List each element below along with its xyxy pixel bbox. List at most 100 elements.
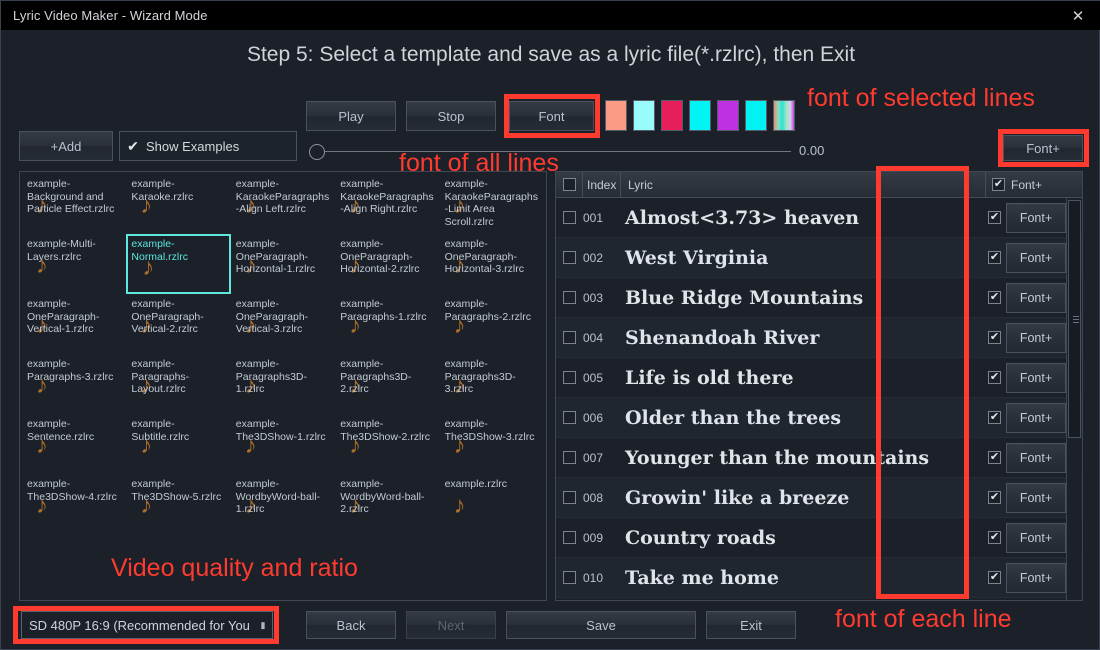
table-row[interactable]: 004Shenandoah RiverFont+ (556, 318, 1082, 358)
row-font-checkbox-icon[interactable] (988, 251, 1001, 264)
template-file-item[interactable]: ♪ example-Paragraphs3D-1.rzlrc (231, 354, 335, 414)
checkbox-icon[interactable] (562, 178, 576, 191)
table-row[interactable]: 001Almost<3.73> heavenFont+ (556, 198, 1082, 238)
row-select-checkbox[interactable] (556, 411, 583, 424)
row-font-plus-button[interactable]: Font+ (1006, 322, 1066, 353)
back-button[interactable]: Back (306, 611, 396, 639)
template-file-item[interactable]: ♪ example-Normal.rzlrc (126, 234, 231, 294)
header-font-checkbox-icon[interactable] (992, 178, 1005, 191)
template-file-item[interactable]: ♪ example-OneParagraph-Vertical-1.rzlrc (22, 294, 126, 354)
checkbox-icon[interactable] (563, 251, 576, 264)
color-swatch-6[interactable] (745, 100, 767, 131)
row-font-checkbox-icon[interactable] (988, 531, 1001, 544)
next-button[interactable]: Next (406, 611, 496, 639)
table-row[interactable]: 010Take me homeFont+ (556, 558, 1082, 598)
row-select-checkbox[interactable] (556, 251, 583, 264)
template-file-item[interactable]: ♪ example-WordbyWord-ball-1.rzlrc (231, 474, 335, 534)
template-file-item[interactable]: ♪ example-Multi-Layers.rzlrc (22, 234, 126, 294)
row-select-checkbox[interactable] (556, 291, 583, 304)
row-select-checkbox[interactable] (556, 371, 583, 384)
color-swatch-3[interactable] (661, 100, 683, 131)
checkbox-icon[interactable] (563, 531, 576, 544)
template-file-item[interactable]: ♪ example-The3DShow-5.rzlrc (126, 474, 230, 534)
template-file-item[interactable]: ♪ example-Paragraphs-3.rzlrc (22, 354, 126, 414)
checkbox-icon[interactable] (563, 451, 576, 464)
row-font-plus-button[interactable]: Font+ (1006, 442, 1066, 473)
template-file-item[interactable]: ♪ example-Background and Particle Effect.… (22, 174, 126, 234)
row-font-checkbox-icon[interactable] (988, 491, 1001, 504)
template-file-item[interactable]: ♪ example-KaraokeParagraphs-Align Right.r… (335, 174, 439, 234)
template-file-item[interactable]: ♪ example.rzlrc (440, 474, 544, 534)
checkbox-icon[interactable] (563, 411, 576, 424)
close-icon[interactable]: ✕ (1055, 1, 1100, 30)
template-file-item[interactable]: ♪ example-Paragraphs-2.rzlrc (440, 294, 544, 354)
template-file-item[interactable]: ♪ example-Sentence.rzlrc (22, 414, 126, 474)
template-file-item[interactable]: ♪ example-KaraokeParagraphs-Align Left.rz… (231, 174, 335, 234)
template-file-item[interactable]: ♪ example-Paragraphs3D-3.rzlrc (440, 354, 544, 414)
row-font-plus-button[interactable]: Font+ (1006, 362, 1066, 393)
row-font-checkbox-icon[interactable] (988, 211, 1001, 224)
row-font-checkbox-icon[interactable] (988, 451, 1001, 464)
row-select-checkbox[interactable] (556, 211, 583, 224)
template-file-item[interactable]: ♪ example-The3DShow-3.rzlrc (440, 414, 544, 474)
template-file-item[interactable]: ♪ example-OneParagraph-Horizontal-2.rzlrc (335, 234, 439, 294)
template-file-item[interactable]: ♪ example-The3DShow-1.rzlrc (231, 414, 335, 474)
row-font-plus-button[interactable]: Font+ (1006, 282, 1066, 313)
row-font-plus-button[interactable]: Font+ (1006, 482, 1066, 513)
template-file-panel[interactable]: ♪ example-Background and Particle Effect.… (19, 171, 547, 601)
row-select-checkbox[interactable] (556, 331, 583, 344)
checkbox-icon[interactable] (563, 371, 576, 384)
template-file-item[interactable]: ♪ example-Paragraphs-1.rzlrc (335, 294, 439, 354)
slider-handle[interactable] (309, 144, 325, 160)
row-font-checkbox-icon[interactable] (988, 371, 1001, 384)
checkbox-icon[interactable] (563, 211, 576, 224)
template-file-item[interactable]: ♪ example-WordbyWord-ball-2.rzlrc (335, 474, 439, 534)
template-file-item[interactable]: ♪ example-The3DShow-2.rzlrc (335, 414, 439, 474)
save-button[interactable]: Save (506, 611, 696, 639)
row-font-plus-button[interactable]: Font+ (1006, 402, 1066, 433)
row-font-checkbox-icon[interactable] (988, 331, 1001, 344)
row-select-checkbox[interactable] (556, 531, 583, 544)
table-row[interactable]: 005Life is old thereFont+ (556, 358, 1082, 398)
row-font-plus-button[interactable]: Font+ (1006, 242, 1066, 273)
template-file-item[interactable]: ♪ example-Paragraphs-Layout.rzlrc (126, 354, 230, 414)
template-file-item[interactable]: ♪ example-OneParagraph-Vertical-2.rzlrc (126, 294, 230, 354)
show-examples-checkbox[interactable]: ✔ Show Examples (119, 131, 297, 161)
stop-button[interactable]: Stop (406, 101, 496, 131)
template-file-item[interactable]: ♪ example-OneParagraph-Horizontal-1.rzlrc (231, 234, 335, 294)
play-button[interactable]: Play (306, 101, 396, 131)
row-font-checkbox-icon[interactable] (988, 291, 1001, 304)
row-font-checkbox-icon[interactable] (988, 411, 1001, 424)
table-row[interactable]: 007Younger than the mountainsFont+ (556, 438, 1082, 478)
row-select-checkbox[interactable] (556, 451, 583, 464)
table-row[interactable]: 003Blue Ridge MountainsFont+ (556, 278, 1082, 318)
scrollbar-thumb[interactable] (1068, 200, 1081, 438)
checkbox-icon[interactable] (563, 331, 576, 344)
lyric-list-scrollbar[interactable] (1066, 198, 1081, 600)
template-file-item[interactable]: ♪ example-KaraokeParagraphs-Limit Area Sc… (440, 174, 544, 234)
template-file-item[interactable]: ♪ example-Karaoke.rzlrc (126, 174, 230, 234)
row-select-checkbox[interactable] (556, 491, 583, 504)
exit-button[interactable]: Exit (706, 611, 796, 639)
table-row[interactable]: 002West VirginiaFont+ (556, 238, 1082, 278)
row-font-checkbox-icon[interactable] (988, 571, 1001, 584)
color-swatch-7[interactable] (773, 100, 795, 131)
row-font-plus-button[interactable]: Font+ (1006, 202, 1066, 233)
table-row[interactable]: 006Older than the treesFont+ (556, 398, 1082, 438)
header-select-all-checkbox[interactable] (556, 172, 583, 197)
checkbox-icon[interactable] (563, 291, 576, 304)
template-file-item[interactable]: ♪ example-OneParagraph-Horizontal-3.rzlrc (440, 234, 544, 294)
checkbox-icon[interactable] (563, 491, 576, 504)
row-select-checkbox[interactable] (556, 571, 583, 584)
template-file-item[interactable]: ♪ example-Subtitle.rzlrc (126, 414, 230, 474)
color-swatch-2[interactable] (633, 100, 655, 131)
color-swatch-5[interactable] (717, 100, 739, 131)
template-file-item[interactable]: ♪ example-OneParagraph-Vertical-3.rzlrc (231, 294, 335, 354)
table-row[interactable]: 008Growin' like a breezeFont+ (556, 478, 1082, 518)
template-file-item[interactable]: ♪ example-Paragraphs3D-2.rzlrc (335, 354, 439, 414)
row-font-plus-button[interactable]: Font+ (1006, 562, 1066, 593)
table-row[interactable]: 009Country roadsFont+ (556, 518, 1082, 558)
color-swatch-4[interactable] (689, 100, 711, 131)
color-swatch-1[interactable] (605, 100, 627, 131)
lyric-list-panel[interactable]: Index Lyric Font+ 001Almost<3.73> heaven… (555, 171, 1083, 601)
